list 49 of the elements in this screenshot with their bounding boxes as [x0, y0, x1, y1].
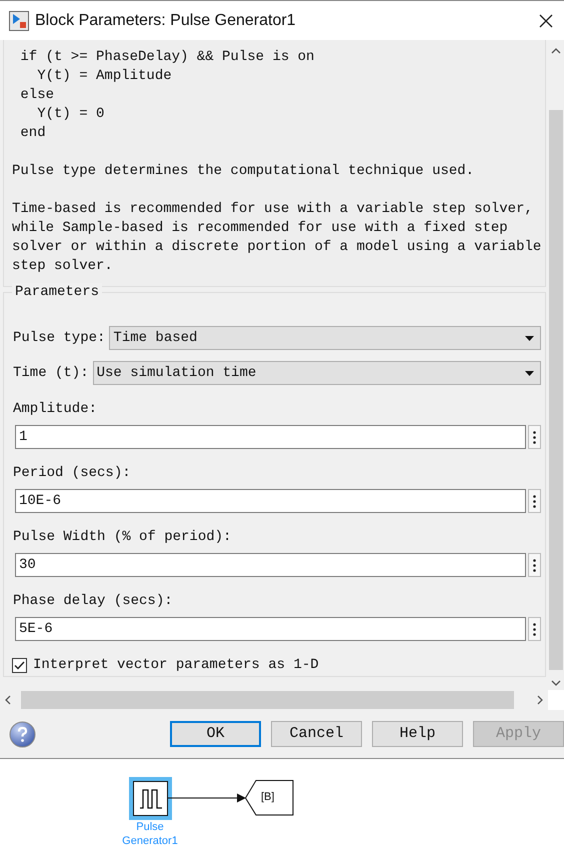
- dialog-button[interactable]: OK: [170, 721, 261, 747]
- checkmark-icon: [14, 661, 25, 670]
- field-label: Pulse Width (% of period):: [13, 528, 232, 547]
- field-label: Amplitude:: [13, 400, 98, 419]
- close-icon[interactable]: [539, 14, 553, 28]
- window-title: Block Parameters: Pulse Generator1: [35, 10, 296, 30]
- dropdown-arrow-icon: [525, 336, 534, 340]
- more-options-button[interactable]: [528, 425, 541, 449]
- input-field[interactable]: 30: [15, 553, 526, 577]
- dropdown-label: Time (t):: [13, 364, 89, 382]
- pulse-generator-block[interactable]: [129, 777, 172, 820]
- field-label: Phase delay (secs):: [13, 592, 173, 611]
- dialog-button[interactable]: Cancel: [271, 721, 362, 747]
- scrollbar-thumb[interactable]: [20, 691, 514, 709]
- horizontal-scrollbar[interactable]: [0, 690, 548, 710]
- vertical-dots-icon: [533, 494, 536, 508]
- input-field[interactable]: 1: [15, 425, 526, 449]
- input-field[interactable]: 5E-6: [15, 617, 526, 641]
- dropdown-arrow-icon: [525, 370, 534, 376]
- dialog-button[interactable]: Help: [372, 721, 463, 747]
- description-text: Time-based is recommended for use with a variable step solver, while Sample-based is recommended for use with a fixed step solver or within a discrete portion of a model using a variable step solver.: [12, 200, 542, 276]
- block-label: Pulse Generator1: [121, 820, 179, 848]
- field-label: Period (secs):: [13, 464, 131, 483]
- dropdown[interactable]: Time based: [109, 326, 541, 350]
- dropdown-label: Pulse type:: [13, 328, 106, 348]
- vertical-dots-icon: [533, 430, 536, 444]
- scroll-left-icon[interactable]: [5, 695, 11, 705]
- code-line: end: [19, 124, 46, 143]
- more-options-button[interactable]: [528, 617, 541, 641]
- scrollbar-thumb[interactable]: [549, 110, 563, 670]
- code-line: Y(t) = Amplitude: [36, 67, 172, 86]
- input-field[interactable]: 10E-6: [15, 489, 526, 513]
- more-options-button[interactable]: [528, 553, 541, 577]
- scroll-up-icon[interactable]: [551, 48, 561, 54]
- checkbox[interactable]: [12, 658, 27, 673]
- code-line: Y(t) = 0: [36, 105, 104, 124]
- checkbox-label: Interpret vector parameters as 1-D: [33, 656, 319, 675]
- help-icon[interactable]: [9, 720, 36, 748]
- description-text: Pulse type determines the computational technique used.: [12, 162, 476, 181]
- code-line: else: [19, 86, 54, 105]
- vertical-dots-icon: [533, 622, 536, 636]
- more-options-button[interactable]: [528, 489, 541, 513]
- scroll-right-icon[interactable]: [537, 695, 544, 705]
- code-line: if (t >= PhaseDelay) && Pulse is on: [19, 48, 314, 67]
- vertical-dots-icon: [533, 558, 536, 572]
- block-app-icon: [9, 10, 29, 30]
- scroll-down-icon[interactable]: [551, 680, 561, 686]
- dropdown[interactable]: Use simulation time: [92, 361, 541, 385]
- goto-tag-block[interactable]: [B]: [245, 780, 295, 816]
